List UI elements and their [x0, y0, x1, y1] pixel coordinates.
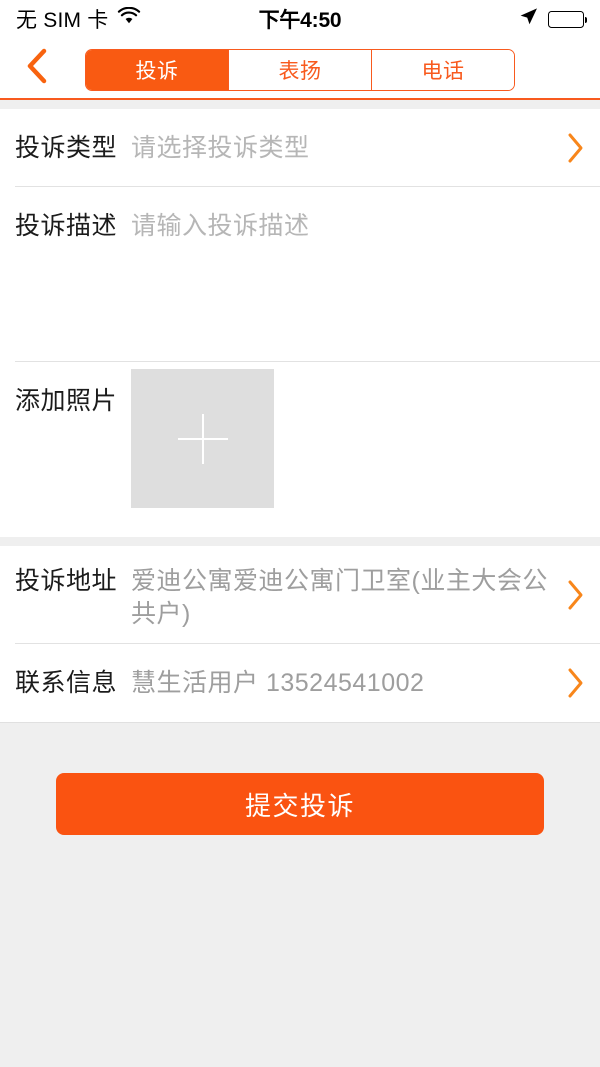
add-photo-row: 添加照片 [0, 362, 600, 537]
tab-praise-label: 表扬 [278, 60, 322, 83]
battery-full-icon [548, 10, 587, 28]
add-photo-button[interactable] [131, 369, 275, 508]
top-spacer [0, 100, 600, 109]
location-arrow-icon [519, 7, 538, 31]
footer-area: 提交投诉 [0, 722, 600, 1067]
complaint-description-row[interactable]: 投诉描述 请输入投诉描述 [0, 187, 600, 362]
chevron-right-icon [563, 109, 585, 187]
chevron-right-icon [563, 644, 585, 722]
tab-phone-label: 电话 [421, 60, 465, 83]
chevron-right-icon [563, 546, 585, 644]
contact-info-label: 联系信息 [15, 669, 118, 697]
contact-info-row[interactable]: 联系信息 慧生活用户 13524541002 [0, 644, 600, 722]
complaint-description-label: 投诉描述 [15, 212, 118, 240]
tab-complaint-label: 投诉 [135, 60, 179, 83]
complaint-address-row[interactable]: 投诉地址 爱迪公寓爱迪公寓门卫室(业主大会公共户) [0, 546, 600, 644]
complaint-type-label: 投诉类型 [15, 134, 118, 162]
form-section-details: 投诉类型 请选择投诉类型 投诉描述 请输入投诉描述 添加照片 [0, 109, 600, 537]
status-bar-right [519, 7, 587, 31]
contact-info-value: 慧生活用户 13524541002 [131, 669, 425, 697]
complaint-description-input[interactable]: 请输入投诉描述 [131, 187, 585, 265]
status-bar: 无 SIM 卡 下午4:50 [0, 0, 600, 38]
complaint-address-label: 投诉地址 [15, 567, 118, 595]
complaint-type-row[interactable]: 投诉类型 请选择投诉类型 [0, 109, 600, 187]
wifi-icon [117, 6, 141, 31]
complaint-type-input[interactable]: 请选择投诉类型 [131, 109, 563, 187]
submit-complaint-button[interactable]: 提交投诉 [56, 773, 544, 835]
tab-complaint[interactable]: 投诉 [86, 50, 229, 90]
form-content: 投诉类型 请选择投诉类型 投诉描述 请输入投诉描述 添加照片 投诉地址 爱迪公寓… [0, 100, 600, 1067]
app-screen: 无 SIM 卡 下午4:50 投诉 表扬 电话 投诉类型 请选择投诉类型 投诉描… [0, 0, 600, 1067]
tab-phone[interactable]: 电话 [372, 50, 514, 90]
status-bar-left: 无 SIM 卡 [16, 4, 141, 34]
navigation-bar: 投诉 表扬 电话 [0, 38, 600, 100]
section-spacer [0, 537, 600, 546]
complaint-address-value: 爱迪公寓爱迪公寓门卫室(业主大会公共户) [131, 567, 548, 628]
back-button[interactable] [14, 45, 60, 91]
tab-praise[interactable]: 表扬 [229, 50, 372, 90]
plus-icon-vertical [201, 413, 204, 464]
segmented-control: 投诉 表扬 电话 [85, 49, 515, 91]
form-section-contact: 投诉地址 爱迪公寓爱迪公寓门卫室(业主大会公共户) 联系信息 慧生活用户 135… [0, 546, 600, 722]
add-photo-label: 添加照片 [15, 387, 118, 415]
back-chevron-icon [24, 48, 50, 89]
carrier-label: 无 SIM 卡 [16, 9, 109, 32]
